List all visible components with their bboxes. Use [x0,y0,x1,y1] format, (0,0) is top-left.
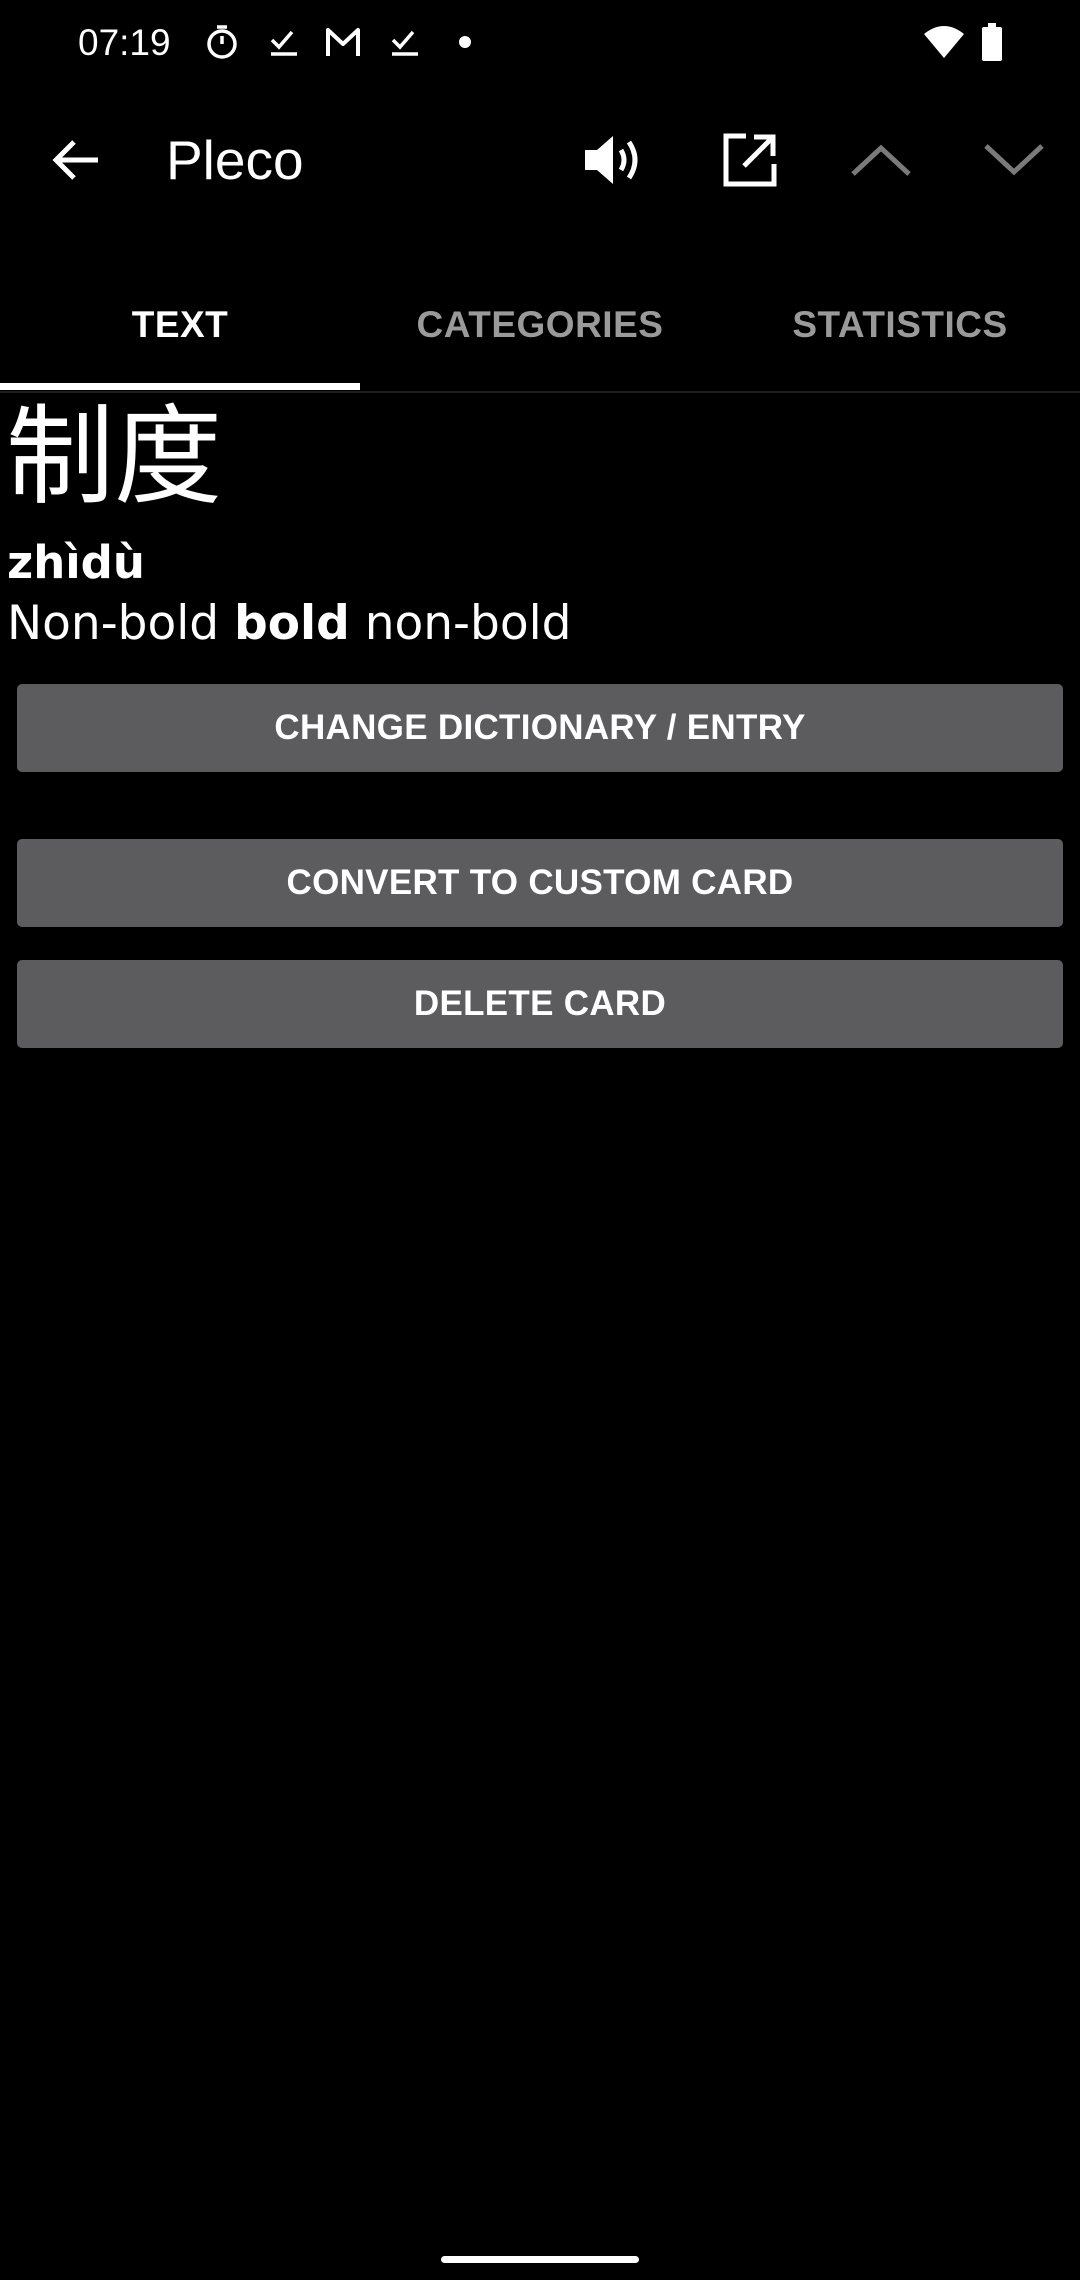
gesture-nav-handle[interactable] [441,2256,639,2263]
task-check-icon [385,22,425,62]
definition-text: Non-bold [7,596,235,651]
speaker-icon [583,132,653,188]
wifi-icon [922,22,966,62]
notification-dot-icon [445,22,485,62]
definition-bold-text: bold [234,596,350,651]
app-bar: Pleco [0,86,1080,234]
status-bar: 07:19 [0,0,1080,86]
previous-card-button[interactable] [833,112,929,208]
timer-icon [202,22,242,62]
chevron-up-icon [850,142,912,178]
headword: 制度 [6,395,223,520]
definition-text: non-bold [349,596,572,651]
battery-icon [980,22,1004,62]
change-dictionary-button[interactable]: CHANGE DICTIONARY / ENTRY [17,684,1063,772]
tab-text[interactable]: TEXT [0,258,360,391]
tab-bar: TEXT CATEGORIES STATISTICS [0,258,1080,393]
back-arrow-icon [50,134,102,186]
gmail-icon [323,22,363,62]
next-card-button[interactable] [966,112,1062,208]
active-tab-indicator [0,383,360,390]
back-button[interactable] [28,112,124,208]
open-external-icon [722,132,778,188]
app-title: Pleco [166,129,304,191]
delete-card-button[interactable]: DELETE CARD [17,960,1063,1048]
pinyin: zhìdù [7,536,145,589]
chevron-down-icon [983,142,1045,178]
task-check-icon [264,22,304,62]
tab-statistics[interactable]: STATISTICS [720,258,1080,391]
definition: Non-bold bold non-bold [7,593,572,655]
tab-categories[interactable]: CATEGORIES [360,258,720,391]
convert-custom-card-button[interactable]: CONVERT TO CUSTOM CARD [17,839,1063,927]
status-time: 07:19 [78,22,171,63]
speak-button[interactable] [570,112,666,208]
open-external-button[interactable] [702,112,798,208]
